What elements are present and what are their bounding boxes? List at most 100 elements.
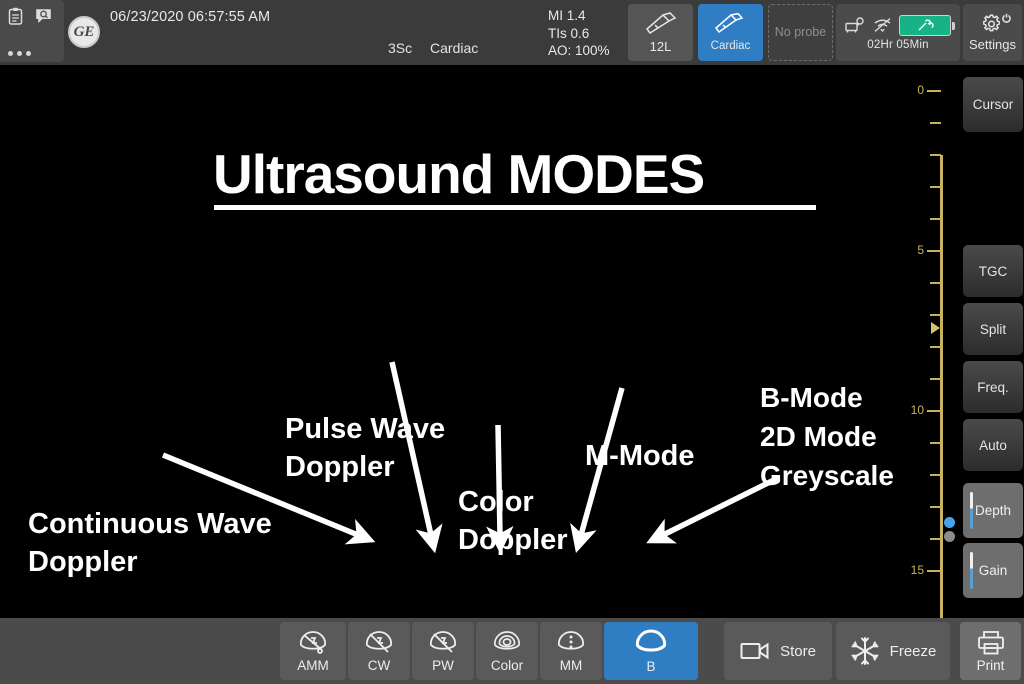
sidebar-item-label: Split	[979, 321, 1007, 337]
ruler-tick-15	[927, 570, 941, 572]
mode-button-b[interactable]: B	[604, 622, 698, 680]
gear-power-icon	[975, 13, 1011, 35]
sidebar-item-auto[interactable]: Auto	[963, 419, 1023, 471]
ruler-tick	[930, 346, 941, 348]
top-header-bar: GE 06/23/2020 06:57:55 AM 3Sc Cardiac MI…	[0, 0, 1024, 65]
system-status-group: 02Hr 05Min	[836, 4, 960, 61]
ruler-label-15: 15	[910, 563, 924, 577]
no-probe-label: No probe	[774, 25, 827, 39]
depth-slider-indicator[interactable]	[970, 492, 973, 529]
ruler-tick	[930, 186, 941, 188]
mode-label: CW	[367, 658, 391, 673]
print-button[interactable]: Print	[960, 622, 1021, 680]
sidebar-item-label: Gain	[978, 563, 1008, 578]
mode-button-amm[interactable]: AMM	[280, 622, 346, 680]
ruler-tick	[930, 506, 941, 508]
ruler-label-0: 0	[917, 83, 924, 97]
marker-dot-inactive[interactable]	[944, 531, 955, 542]
amm-icon	[296, 629, 330, 657]
dot	[26, 51, 31, 56]
probe-name-label: 3Sc	[388, 40, 413, 56]
ruler-tick	[930, 442, 941, 444]
mode-label: Color	[490, 658, 524, 673]
header-utility-panel[interactable]	[0, 0, 64, 62]
wifi-disabled-icon	[873, 17, 892, 33]
mode-label: PW	[432, 658, 454, 673]
snowflake-icon	[850, 636, 880, 666]
freeze-label: Freeze	[889, 642, 937, 660]
mode-label: AMM	[297, 658, 329, 673]
tis-value: TIs 0.6	[548, 25, 590, 41]
mode-button-pw[interactable]: PW	[412, 622, 474, 680]
video-camera-icon	[740, 640, 770, 662]
b-icon	[632, 628, 670, 658]
sidebar-item-label: Cursor	[972, 97, 1014, 112]
sidebar-item-label: Depth	[974, 503, 1012, 518]
ruler-tick	[930, 154, 941, 156]
annotation-arrows	[161, 361, 780, 554]
sidebar-item-label: Freq.	[977, 379, 1009, 395]
depth-ruler	[940, 155, 943, 618]
freeze-button[interactable]: Freeze	[836, 622, 950, 680]
sidebar-item-cursor[interactable]: Cursor	[963, 77, 1023, 132]
probe-phased-icon	[714, 13, 748, 39]
print-label: Print	[976, 657, 1005, 673]
ruler-tick	[930, 282, 941, 284]
ruler-tick-10	[927, 410, 941, 412]
sidebar-item-gain[interactable]: Gain	[963, 543, 1023, 598]
dot	[17, 51, 22, 56]
settings-label: Settings	[969, 37, 1016, 52]
sidebar-item-label: TGC	[978, 263, 1008, 279]
dot	[8, 51, 13, 56]
ruler-tick	[930, 474, 941, 476]
focus-marker-icon	[931, 322, 940, 334]
probe-label: Cardiac	[710, 40, 751, 52]
ruler-tick-0	[927, 90, 941, 92]
sidebar-item-tgc[interactable]: TGC	[963, 245, 1023, 297]
ultrasound-image-area[interactable]: Ultrasound MODES Continuous Wave Doppler…	[0, 65, 960, 618]
more-options-icon[interactable]	[8, 51, 56, 56]
sidebar-item-split[interactable]: Split	[963, 303, 1023, 355]
probe-selector-group: 12L Cardiac No probe	[628, 4, 833, 61]
datetime-display: 06/23/2020 06:57:55 AM	[110, 9, 271, 25]
battery-indicator	[899, 14, 955, 36]
bottom-toolbar: AMM CW PW Color MM B Store Freeze Print	[0, 618, 1024, 684]
ruler-label-5: 5	[917, 243, 924, 257]
ruler-tick	[930, 314, 941, 316]
probe-label: 12L	[649, 38, 672, 54]
sidebar-item-freq[interactable]: Freq.	[963, 361, 1023, 413]
ruler-tick	[930, 218, 941, 220]
ruler-tick	[930, 538, 941, 540]
settings-button[interactable]: Settings	[963, 4, 1022, 61]
mode-label: MM	[559, 658, 583, 673]
exam-preset-label: Cardiac	[430, 40, 479, 56]
mode-button-cw[interactable]: CW	[348, 622, 410, 680]
ruler-label-10: 10	[910, 403, 924, 417]
mode-button-color[interactable]: Color	[476, 622, 538, 680]
marker-dot-active[interactable]	[944, 517, 955, 528]
mm-icon	[554, 629, 588, 657]
ruler-tick-5	[927, 250, 941, 252]
clipboard-icon[interactable]	[8, 7, 23, 25]
ge-logo: GE	[68, 16, 100, 48]
probe-button-12L[interactable]: 12L	[628, 4, 693, 61]
acoustic-output-block: MI 1.4 TIs 0.6 AO: 100%	[548, 7, 610, 60]
network-icon	[845, 16, 866, 34]
probe-button-3Sc[interactable]: Cardiac	[698, 4, 763, 61]
ao-value: AO: 100%	[548, 43, 610, 58]
mi-value: MI 1.4	[548, 8, 586, 23]
mode-button-mm[interactable]: MM	[540, 622, 602, 680]
probe-button-empty-slot[interactable]: No probe	[768, 4, 833, 61]
right-sidebar: Cursor TGC Split Freq. Auto Depth Gain	[960, 65, 1024, 618]
store-button[interactable]: Store	[724, 622, 832, 680]
battery-time-remaining: 02Hr 05Min	[867, 38, 929, 51]
gain-slider-indicator[interactable]	[970, 552, 973, 589]
ruler-tick	[930, 378, 941, 380]
sidebar-item-label: Auto	[979, 437, 1007, 453]
search-bubble-icon[interactable]	[35, 8, 52, 24]
mode-label: B	[646, 659, 656, 674]
sidebar-item-depth[interactable]: Depth	[963, 483, 1023, 538]
color-icon	[490, 629, 524, 657]
probe-linear-icon	[644, 11, 678, 38]
pw-icon	[426, 629, 460, 657]
